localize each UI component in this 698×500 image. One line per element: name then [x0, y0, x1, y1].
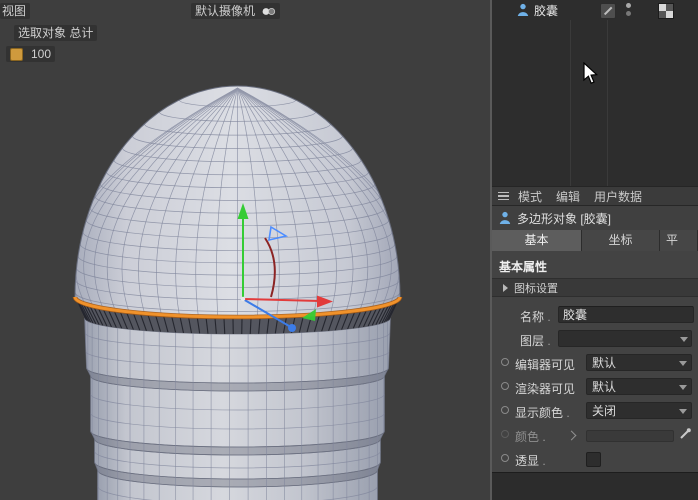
field-row-color: 颜色	[492, 424, 698, 446]
panel-bottom-strip	[492, 472, 698, 500]
attribute-title-row: 多边形对象 [胶囊]	[492, 206, 698, 230]
app-window: 视图 选取对象 总计 100 默认摄像机 胶囊 模式 编辑 用户数据 多边形对象…	[0, 0, 698, 500]
render-visibility-label: 渲染器可见	[515, 382, 576, 396]
viewport-3d[interactable]: 视图 选取对象 总计 100 默认摄像机	[0, 0, 490, 500]
selection-info-label: 选取对象 总计	[14, 25, 98, 41]
layer-label: 图层	[520, 332, 551, 349]
attribute-manager: 多边形对象 [胶囊] 基本 坐标 平 基本属性 图标设置 名称 图层	[492, 206, 698, 472]
keyframe-ring-icon[interactable]	[501, 406, 509, 414]
menu-mode[interactable]: 模式	[518, 188, 542, 205]
dropdown-caret-icon	[679, 409, 687, 414]
field-row-display-color: 显示颜色 关闭	[492, 400, 698, 422]
column-divider	[570, 20, 571, 186]
color-expand-chevron[interactable]	[566, 430, 577, 441]
color-swatch-disabled	[586, 430, 674, 442]
layer-field[interactable]	[558, 330, 692, 347]
name-label: 名称	[520, 308, 551, 325]
field-row-render-visibility: 渲染器可见 默认	[492, 376, 698, 398]
menu-user-data[interactable]: 用户数据	[594, 188, 642, 205]
capsule-model-canvas[interactable]	[0, 0, 490, 500]
visibility-dots-icon[interactable]	[625, 2, 633, 18]
keyframe-ring-icon	[501, 430, 509, 438]
menu-edit[interactable]: 编辑	[556, 188, 580, 205]
selection-type-icon	[10, 47, 23, 61]
section-heading: 基本属性	[499, 260, 548, 274]
display-color-label: 显示颜色	[515, 404, 570, 421]
color-label: 颜色	[515, 428, 546, 445]
keyframe-ring-icon[interactable]	[501, 454, 509, 462]
field-row-layer: 图层	[492, 328, 698, 350]
gizmo-z-handle[interactable]	[288, 324, 296, 332]
polygon-object-icon	[498, 211, 512, 225]
camera-icon	[261, 6, 276, 17]
object-manager: 胶囊	[492, 0, 698, 186]
xray-checkbox[interactable]	[586, 452, 601, 467]
attribute-menu-bar: 模式 编辑 用户数据	[492, 186, 698, 206]
keyframe-ring-icon[interactable]	[501, 358, 509, 366]
capsule-body	[84, 317, 391, 500]
render-visibility-dropdown[interactable]: 默认	[586, 378, 692, 395]
xray-label: 透显	[515, 452, 546, 469]
editor-visibility-dropdown[interactable]: 默认	[586, 354, 692, 371]
field-row-name: 名称	[492, 304, 698, 326]
mouse-cursor	[582, 61, 599, 91]
camera-label-row: 默认摄像机	[191, 3, 281, 19]
icon-settings-group[interactable]: 图标设置	[492, 278, 698, 297]
edit-toggle-icon[interactable]	[600, 3, 616, 19]
display-color-dropdown[interactable]: 关闭	[586, 402, 692, 419]
tab-basic[interactable]: 基本	[492, 230, 582, 251]
hamburger-menu-icon[interactable]	[498, 190, 510, 203]
column-divider	[607, 20, 608, 186]
capsule-object-icon	[516, 3, 530, 17]
field-row-xray: 透显	[492, 448, 698, 470]
object-name: 胶囊	[534, 3, 559, 18]
gizmo-center[interactable]	[240, 296, 246, 302]
eyedropper-icon[interactable]	[678, 427, 692, 441]
editor-visibility-label: 编辑器可见	[515, 358, 576, 372]
texture-checker-icon[interactable]	[658, 3, 674, 19]
viewport-view-label: 视图	[0, 3, 31, 19]
tab-coordinates[interactable]: 坐标	[582, 230, 660, 251]
editor-visibility-value: 默认	[592, 356, 617, 370]
dropdown-caret-icon	[679, 385, 687, 390]
camera-label: 默认摄像机	[195, 4, 256, 18]
selection-count-row: 100	[6, 46, 56, 62]
field-row-editor-visibility: 编辑器可见 默认	[492, 352, 698, 374]
name-input[interactable]	[558, 306, 694, 323]
render-visibility-value: 默认	[592, 380, 617, 394]
keyframe-ring-icon[interactable]	[501, 382, 509, 390]
display-color-value: 关闭	[592, 404, 617, 418]
expand-triangle-icon	[503, 283, 508, 292]
attribute-tabs: 基本 坐标 平	[492, 230, 698, 251]
selection-count-value: 100	[31, 47, 52, 61]
tab-object-clipped[interactable]: 平	[660, 230, 698, 251]
dropdown-caret-icon	[679, 361, 687, 366]
attribute-title: 多边形对象 [胶囊]	[517, 211, 612, 226]
icon-settings-label: 图标设置	[514, 282, 558, 295]
